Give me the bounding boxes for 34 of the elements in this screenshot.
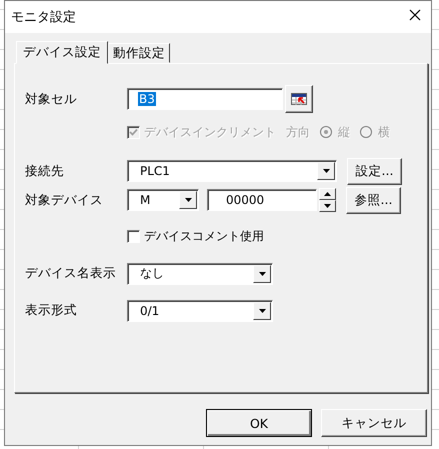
dropdown[interactable]: なし: [127, 262, 273, 284]
button[interactable]: OK: [206, 409, 312, 437]
field-label: 対象セル: [25, 90, 78, 108]
dropdown-arrow-icon: [184, 198, 192, 202]
range-select-icon: [291, 93, 307, 105]
dropdown-arrow-icon: [322, 169, 330, 173]
cell-picker-button[interactable]: [285, 85, 313, 113]
radio-label: 横: [378, 124, 390, 140]
spin-buttons[interactable]: [319, 188, 336, 212]
direction-label: 方向: [286, 124, 310, 140]
button[interactable]: キャンセル: [321, 409, 427, 437]
radio-label: 縦: [338, 124, 350, 140]
checkbox[interactable]: [127, 230, 140, 242]
tab[interactable]: 動作設定: [108, 43, 170, 63]
dropdown[interactable]: 0/1: [127, 300, 273, 322]
down-arrow-icon: [324, 204, 331, 208]
up-arrow-icon: [324, 192, 331, 196]
button[interactable]: 設定...: [347, 158, 402, 184]
dropdown-arrow-icon: [258, 308, 266, 312]
dropdown[interactable]: PLC1: [127, 160, 337, 182]
dropdown[interactable]: M: [127, 189, 199, 211]
field-label: デバイス名表示: [25, 265, 117, 282]
window-title: モニタ設定: [11, 9, 76, 26]
checkbox-label: デバイスコメント使用: [144, 228, 264, 244]
tab[interactable]: デバイス設定: [16, 41, 108, 64]
cell-field[interactable]: B3: [127, 88, 283, 110]
checkbox-label: デバイスインクリメント: [144, 124, 276, 140]
button[interactable]: 参照...: [346, 186, 401, 214]
field-label: 対象デバイス: [25, 192, 104, 208]
field-label: 表示形式: [25, 302, 78, 319]
dropdown-arrow-icon: [258, 272, 266, 276]
number-field[interactable]: 00000: [207, 189, 317, 211]
field-label: 接続先: [25, 162, 65, 180]
close-icon[interactable]: [409, 9, 421, 21]
